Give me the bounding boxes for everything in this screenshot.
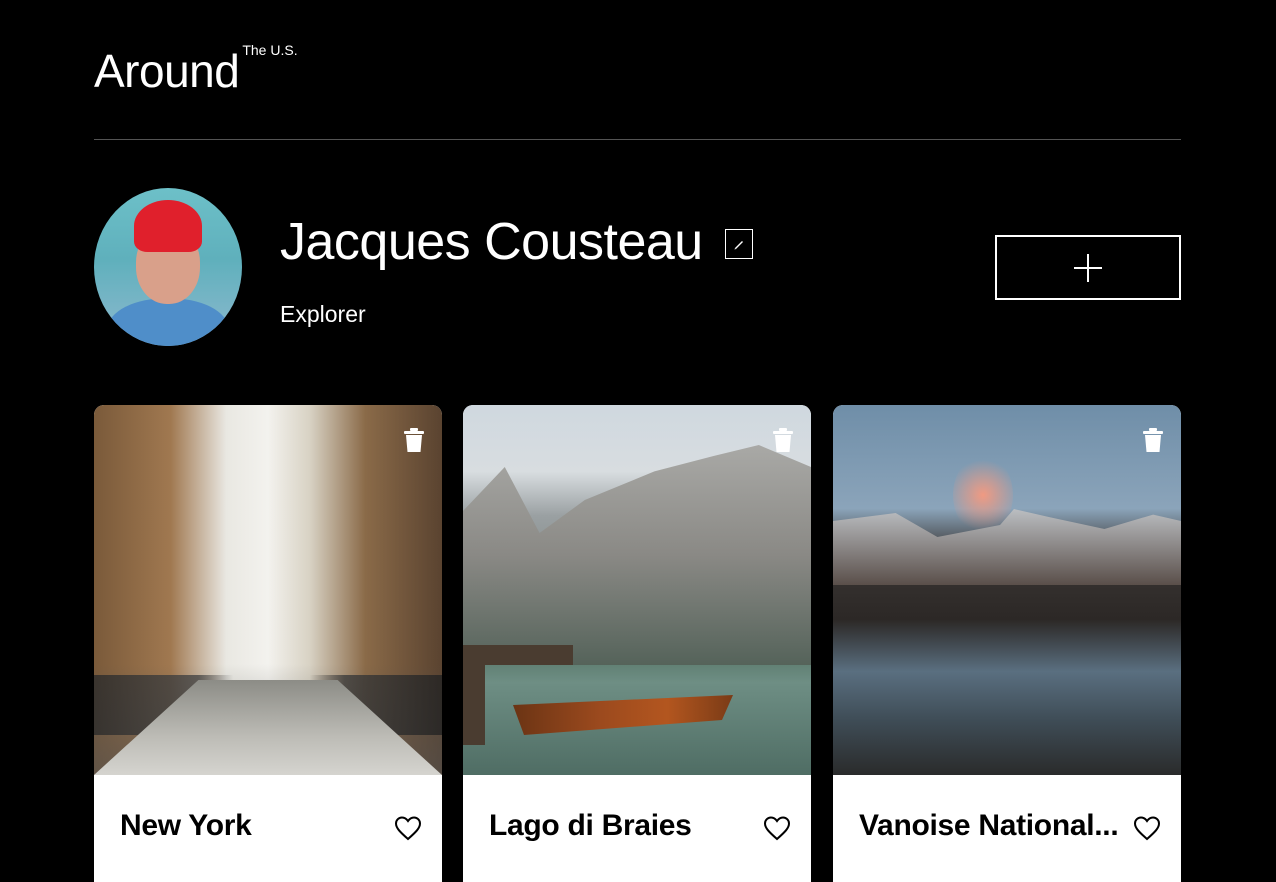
profile-name: Jacques Cousteau <box>280 213 703 271</box>
add-place-button[interactable] <box>995 235 1181 300</box>
heart-icon[interactable] <box>763 815 791 843</box>
plus-icon <box>1074 253 1102 282</box>
card-image[interactable] <box>463 405 811 775</box>
profile-name-row: Jacques Cousteau <box>280 216 753 268</box>
edit-profile-button[interactable] <box>724 229 753 259</box>
place-card: Vanoise National... <box>833 405 1181 882</box>
header: Around The U.S. <box>94 38 1181 140</box>
card-image[interactable] <box>94 405 442 775</box>
place-card: Lago di Braies <box>463 405 811 882</box>
card-footer: Lago di Braies <box>463 775 811 882</box>
page: Around The U.S. Jacques Cousteau Explore… <box>0 0 1276 882</box>
card-footer: Vanoise National... <box>833 775 1181 882</box>
pencil-icon <box>734 241 743 250</box>
avatar[interactable] <box>94 188 242 346</box>
heart-icon[interactable] <box>1133 815 1161 843</box>
place-card: New York <box>94 405 442 882</box>
card-footer: New York <box>94 775 442 882</box>
card-title: New York <box>120 809 252 842</box>
card-image[interactable] <box>833 405 1181 775</box>
logo-superscript: The U.S. <box>242 42 298 58</box>
trash-icon[interactable] <box>1141 427 1165 453</box>
logo: Around The U.S. <box>94 38 298 94</box>
card-title: Vanoise National... <box>859 809 1119 842</box>
heart-icon[interactable] <box>394 815 422 843</box>
logo-main-text: Around <box>94 45 240 97</box>
card-title: Lago di Braies <box>489 809 692 842</box>
trash-icon[interactable] <box>402 427 426 453</box>
trash-icon[interactable] <box>771 427 795 453</box>
profile-job: Explorer <box>280 301 366 327</box>
profile: Jacques Cousteau Explorer <box>94 188 1181 348</box>
